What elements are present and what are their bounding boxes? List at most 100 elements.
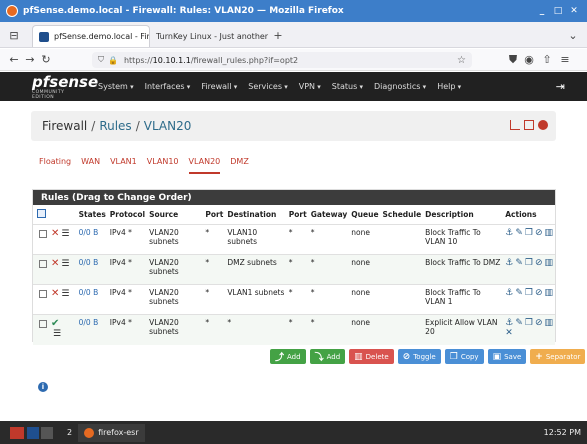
delete-icon[interactable]: ▥ bbox=[544, 318, 553, 328]
disable-icon[interactable]: ⊘ bbox=[535, 288, 543, 298]
tab-overview-icon[interactable]: ⊟ bbox=[6, 29, 22, 42]
url-path: /firewall_rules.php?if=opt2 bbox=[190, 55, 299, 65]
app-menu-icon[interactable]: ≡ bbox=[557, 53, 573, 66]
info-icon[interactable]: i bbox=[38, 382, 48, 392]
copy-button[interactable]: ❐ Copy bbox=[444, 349, 484, 364]
delete-icon[interactable]: ▥ bbox=[544, 258, 553, 268]
states-link[interactable]: 0/0 B bbox=[79, 228, 99, 237]
select-all-checkbox[interactable] bbox=[37, 209, 46, 218]
list-tabs-icon[interactable]: ⌄ bbox=[565, 29, 581, 42]
anchor-icon[interactable]: ⚓ bbox=[505, 288, 513, 298]
disable-icon[interactable]: ⊘ bbox=[535, 228, 543, 238]
table-row[interactable]: ✕ ☰ 0/0 B IPv4 * VLAN20 subnets * VLAN10 subne… bbox=[33, 224, 555, 255]
save-icon: ▣ bbox=[492, 351, 502, 362]
row-checkbox[interactable] bbox=[39, 230, 47, 238]
states-link[interactable]: 0/0 B bbox=[79, 288, 99, 297]
table-row[interactable]: ✔ ☰ 0/0 B IPv4 * VLAN20 subnets * * * * none Expli… bbox=[33, 314, 555, 345]
menu-vpn[interactable]: VPN bbox=[299, 82, 321, 91]
pocket-icon[interactable]: ⛊ bbox=[505, 53, 521, 67]
new-tab-button[interactable]: + bbox=[270, 29, 286, 42]
states-link[interactable]: 0/0 B bbox=[79, 318, 99, 327]
browser-nav-bar: ← → ↻ ⛉ 🔒 https:// 10.10.1.1 /firewall_r… bbox=[0, 49, 587, 71]
row-checkbox[interactable] bbox=[39, 290, 47, 298]
browser-tab-pfsense[interactable]: pfSense.demo.local - Fire ✕ bbox=[32, 25, 150, 47]
queue-cell: none bbox=[351, 258, 371, 267]
anchor-icon[interactable]: ⚓ bbox=[505, 228, 513, 238]
separator-button[interactable]: + Separator bbox=[530, 349, 586, 364]
log-icon[interactable] bbox=[524, 120, 534, 130]
help-icon[interactable] bbox=[538, 120, 548, 130]
source-port-cell: * bbox=[205, 288, 210, 297]
menu-status[interactable]: Status bbox=[332, 82, 363, 91]
remove-icon[interactable]: ✕ bbox=[505, 328, 513, 338]
add-top-button[interactable]: ⤴ Add bbox=[270, 349, 306, 364]
plus-icon: + bbox=[535, 351, 543, 362]
reload-icon[interactable]: ↻ bbox=[38, 53, 54, 66]
chart-icon[interactable] bbox=[510, 120, 520, 130]
logout-icon[interactable]: ⇥ bbox=[556, 80, 565, 93]
start-menu-icon[interactable] bbox=[10, 426, 24, 439]
delete-icon[interactable]: ▥ bbox=[544, 288, 553, 298]
toggle-button[interactable]: ⊘ Toggle bbox=[397, 349, 441, 364]
table-row[interactable]: ✕ ☰ 0/0 B IPv4 * VLAN20 subnets * DMZ subnets *… bbox=[33, 254, 555, 285]
menu-help[interactable]: Help bbox=[437, 82, 461, 91]
workspace-1-icon[interactable] bbox=[27, 426, 39, 439]
minimize-button[interactable]: _ bbox=[535, 4, 549, 17]
forward-icon[interactable]: → bbox=[22, 53, 38, 66]
delete-label: Delete bbox=[365, 352, 389, 361]
states-link[interactable]: 0/0 B bbox=[79, 258, 99, 267]
menu-firewall[interactable]: Firewall bbox=[201, 82, 237, 91]
add-bottom-button[interactable]: ⤵ Add bbox=[309, 349, 346, 364]
save-button[interactable]: ▣ Save bbox=[487, 349, 527, 364]
workspace-2-icon[interactable] bbox=[41, 426, 53, 439]
add-bottom-label: Add bbox=[326, 352, 341, 361]
interface-tabs: Floating WAN VLAN1 VLAN10 VLAN20 DMZ bbox=[39, 157, 259, 174]
copy-icon[interactable]: ❐ bbox=[525, 258, 533, 268]
edit-icon[interactable]: ✎ bbox=[515, 228, 523, 238]
disable-icon[interactable]: ⊘ bbox=[535, 258, 543, 268]
edit-icon[interactable]: ✎ bbox=[515, 258, 523, 268]
row-checkbox[interactable] bbox=[39, 320, 47, 328]
anchor-icon[interactable]: ⚓ bbox=[505, 258, 513, 268]
tab-vlan10[interactable]: VLAN10 bbox=[147, 157, 179, 174]
bookmark-star-icon[interactable]: ☆ bbox=[457, 55, 466, 66]
tab-dmz[interactable]: DMZ bbox=[230, 157, 249, 174]
pass-icon: ✔ bbox=[51, 318, 60, 329]
tab-vlan20[interactable]: VLAN20 bbox=[188, 157, 221, 174]
taskbar-firefox[interactable]: firefox-esr bbox=[78, 423, 145, 442]
back-icon[interactable]: ← bbox=[6, 53, 22, 66]
url-bar[interactable]: ⛉ 🔒 https:// 10.10.1.1 /firewall_rules.p… bbox=[92, 52, 472, 68]
tab-floating[interactable]: Floating bbox=[39, 157, 71, 174]
copy-icon[interactable]: ❐ bbox=[525, 288, 533, 298]
tab-vlan1[interactable]: VLAN1 bbox=[110, 157, 137, 174]
account-icon[interactable]: ◉ bbox=[521, 53, 537, 66]
browser-tab-turnkey[interactable]: TurnKey Linux - Just another ✕ bbox=[150, 25, 270, 47]
menu-services[interactable]: Services bbox=[248, 82, 287, 91]
pfsense-logo[interactable]: pfsense COMMUNITY EDITION bbox=[32, 74, 98, 100]
queue-cell: none bbox=[351, 318, 371, 327]
table-row[interactable]: ✕ ☰ 0/0 B IPv4 * VLAN20 subnets * VLAN1 subnet… bbox=[33, 284, 555, 315]
menu-diagnostics[interactable]: Diagnostics bbox=[374, 82, 426, 91]
delete-icon[interactable]: ▥ bbox=[544, 228, 553, 238]
delete-button[interactable]: ▥ Delete bbox=[349, 349, 394, 364]
maximize-button[interactable]: □ bbox=[551, 4, 565, 17]
close-button[interactable]: ✕ bbox=[567, 4, 581, 17]
queue-cell: none bbox=[351, 288, 371, 297]
breadcrumb-rules-link[interactable]: Rules bbox=[99, 119, 131, 133]
edit-icon[interactable]: ✎ bbox=[515, 318, 523, 328]
row-checkbox[interactable] bbox=[39, 260, 47, 268]
breadcrumb-firewall: Firewall bbox=[42, 119, 88, 133]
menu-interfaces[interactable]: Interfaces bbox=[145, 82, 191, 91]
copy-icon[interactable]: ❐ bbox=[525, 228, 533, 238]
extensions-icon[interactable]: ⇧ bbox=[539, 53, 555, 66]
tab-wan[interactable]: WAN bbox=[81, 157, 100, 174]
col-dest-port: Port bbox=[288, 210, 307, 219]
breadcrumb-vlan20-link[interactable]: VLAN20 bbox=[144, 119, 192, 133]
edit-icon[interactable]: ✎ bbox=[515, 288, 523, 298]
anchor-icon[interactable]: ⚓ bbox=[505, 318, 513, 328]
menu-system[interactable]: System bbox=[98, 82, 134, 91]
gateway-cell: * bbox=[310, 228, 315, 237]
disable-icon[interactable]: ⊘ bbox=[535, 318, 543, 328]
schedule-cell bbox=[381, 225, 424, 255]
copy-icon[interactable]: ❐ bbox=[525, 318, 533, 328]
